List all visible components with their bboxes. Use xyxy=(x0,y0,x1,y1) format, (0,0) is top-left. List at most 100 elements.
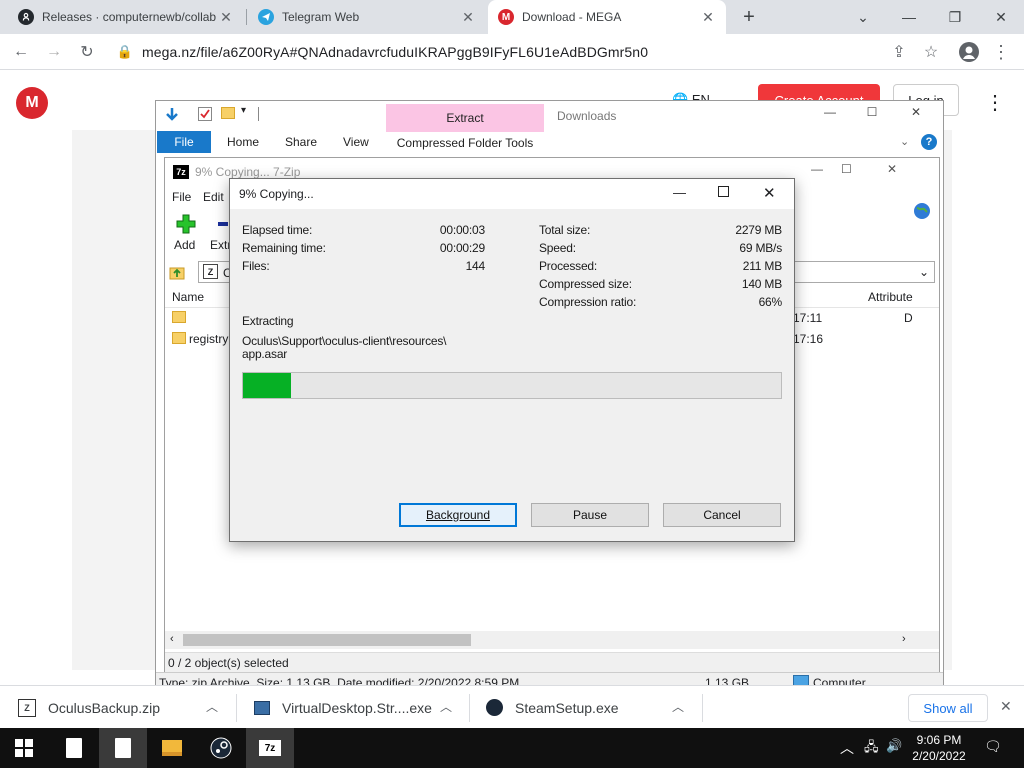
new-folder-icon[interactable] xyxy=(221,107,235,119)
mega-menu-icon[interactable]: ⋮ xyxy=(985,90,1005,115)
dialog-title: 9% Copying... xyxy=(239,187,314,201)
row-time: 17:11 xyxy=(793,311,823,325)
quick-access-down-arrow-icon[interactable] xyxy=(164,106,180,125)
dialog-close-icon[interactable]: ✕ xyxy=(763,184,776,202)
bookmark-star-icon[interactable]: ☆ xyxy=(920,41,942,63)
folder-up-icon[interactable] xyxy=(168,263,186,281)
close-tab-icon[interactable]: ✕ xyxy=(218,9,234,26)
scrollbar-thumb[interactable] xyxy=(183,634,471,646)
network-icon[interactable]: 🖧 xyxy=(864,738,879,760)
lock-icon[interactable]: 🔒 xyxy=(114,41,136,63)
tab-telegram[interactable]: Telegram Web ✕ xyxy=(248,0,486,34)
download-separator xyxy=(702,694,703,722)
notepad-taskbar-icon[interactable] xyxy=(50,728,98,768)
close-tab-icon[interactable]: ✕ xyxy=(460,9,476,26)
forward-arrow-icon[interactable]: → xyxy=(43,41,65,63)
7zip-icon: 7z xyxy=(259,740,281,756)
download-item-virtualdesktop[interactable]: VirtualDesktop.Str....exe xyxy=(254,686,432,729)
properties-checkbox-icon[interactable] xyxy=(198,107,212,121)
row-time: 17:16 xyxy=(793,332,824,346)
info-globe-icon[interactable] xyxy=(913,202,931,223)
document-icon xyxy=(66,738,82,758)
folder-icon xyxy=(162,740,182,756)
progress-bar xyxy=(242,372,782,399)
github-icon xyxy=(18,9,34,25)
profile-avatar-icon[interactable] xyxy=(958,41,980,63)
telegram-icon xyxy=(258,9,274,25)
elapsed-time-value: 00:00:03 xyxy=(439,223,485,237)
explorer-minimize-icon[interactable]: — xyxy=(820,105,840,119)
dialog-minimize-icon[interactable]: — xyxy=(673,185,686,200)
7zip-statusbar: 0 / 2 object(s) selected xyxy=(165,652,939,672)
minimize-icon[interactable]: — xyxy=(886,0,932,34)
ribbon-tab-view[interactable]: View xyxy=(343,135,369,149)
7zip-menu-file[interactable]: File xyxy=(172,190,191,204)
back-arrow-icon[interactable]: ← xyxy=(10,41,32,63)
tab-title: Telegram Web xyxy=(282,10,360,24)
download-item-oculusbackup[interactable]: Z OculusBackup.zip xyxy=(18,686,160,729)
dialog-maximize-icon[interactable] xyxy=(718,186,729,197)
windows-start-icon[interactable] xyxy=(0,728,48,768)
steam-taskbar-icon[interactable] xyxy=(197,728,245,768)
download-options-chevron-icon[interactable]: ︿ xyxy=(440,698,452,715)
path-dropdown-chevron-icon[interactable]: ⌄ xyxy=(919,265,929,279)
explorer-close-icon[interactable]: ✕ xyxy=(906,105,926,119)
download-options-chevron-icon[interactable]: ︿ xyxy=(672,698,684,715)
close-window-icon[interactable]: ✕ xyxy=(978,0,1024,34)
share-icon[interactable]: ⇪ xyxy=(888,41,910,63)
add-plus-icon[interactable] xyxy=(175,213,197,238)
7zip-title: 9% Copying... 7-Zip xyxy=(195,165,301,179)
ribbon-tab-home[interactable]: Home xyxy=(227,135,259,149)
explorer-maximize-icon[interactable]: ☐ xyxy=(862,105,882,119)
extract-minus-icon[interactable] xyxy=(218,222,228,226)
7zip-minimize-icon[interactable]: — xyxy=(811,162,823,176)
tab-mega[interactable]: M Download - MEGA ✕ xyxy=(488,0,726,34)
ribbon-tab-share[interactable]: Share xyxy=(285,135,317,149)
7zip-close-icon[interactable]: ✕ xyxy=(887,162,897,176)
tray-chevron-up-icon[interactable]: ︿ xyxy=(840,738,854,758)
pause-button[interactable]: Pause xyxy=(531,503,649,527)
7zip-maximize-icon[interactable]: ☐ xyxy=(841,162,852,176)
column-attributes[interactable]: Attribute xyxy=(868,290,913,304)
compression-ratio-value: 66% xyxy=(758,295,783,309)
ribbon-expand-chevron-icon[interactable]: ⌄ xyxy=(900,135,909,148)
download-item-steamsetup[interactable]: SteamSetup.exe xyxy=(486,686,619,729)
scroll-right-icon[interactable]: › xyxy=(902,633,906,645)
file-explorer-taskbar-icon[interactable] xyxy=(148,728,196,768)
show-all-downloads-button[interactable]: Show all xyxy=(908,694,988,722)
background-button[interactable]: Background xyxy=(399,503,517,527)
taskbar-clock[interactable]: 9:06 PM 2/20/2022 xyxy=(906,732,972,764)
explorer-title: Downloads xyxy=(557,109,617,123)
reload-icon[interactable]: ↻ xyxy=(76,41,98,63)
ribbon-file-tab[interactable]: File xyxy=(157,131,211,153)
cancel-button[interactable]: Cancel xyxy=(663,503,781,527)
customize-dropdown-icon[interactable]: ▾ xyxy=(241,105,246,116)
current-file-path: Oculus\Support\oculus-client\resources\ xyxy=(242,334,447,348)
7zip-add-button[interactable]: Add xyxy=(174,238,195,252)
restore-icon[interactable]: ❐ xyxy=(932,0,978,34)
ribbon-tab-compressed-folder-tools[interactable]: Compressed Folder Tools xyxy=(386,132,544,154)
cancel-button-label: Cancel xyxy=(703,508,741,522)
help-icon[interactable]: ? xyxy=(921,134,937,150)
7zip-taskbar-icon[interactable]: 7z xyxy=(246,728,294,768)
download-options-chevron-icon[interactable]: ︿ xyxy=(206,698,218,715)
menu-kebab-icon[interactable]: ⋮ xyxy=(990,41,1012,63)
volume-icon[interactable]: 🔊 xyxy=(886,738,902,754)
close-downloads-bar-icon[interactable]: ✕ xyxy=(1000,698,1012,715)
new-tab-button[interactable]: + xyxy=(734,2,764,32)
column-name[interactable]: Name xyxy=(172,290,204,304)
download-separator xyxy=(469,694,470,722)
7zip-menu-edit[interactable]: Edit xyxy=(203,190,224,204)
mega-logo[interactable]: M xyxy=(16,87,48,119)
chevron-down-icon[interactable]: ⌄ xyxy=(840,0,886,34)
elapsed-time-label: Elapsed time: xyxy=(242,223,313,237)
notepad2-taskbar-icon[interactable] xyxy=(99,728,147,768)
tab-releases[interactable]: Releases · computernewb/collab ✕ xyxy=(8,0,244,34)
download-filename: SteamSetup.exe xyxy=(515,699,619,716)
notifications-icon[interactable]: 🗨 xyxy=(984,738,1002,755)
scroll-left-icon[interactable]: ‹ xyxy=(170,633,174,645)
address-bar[interactable]: mega.nz/file/a6Z00RyA#QNAdnadavrcfuduIKR… xyxy=(142,44,648,60)
horizontal-scrollbar[interactable]: ‹ › xyxy=(165,631,939,649)
close-tab-icon[interactable]: ✕ xyxy=(700,9,716,26)
remaining-time-label: Remaining time: xyxy=(242,241,326,255)
